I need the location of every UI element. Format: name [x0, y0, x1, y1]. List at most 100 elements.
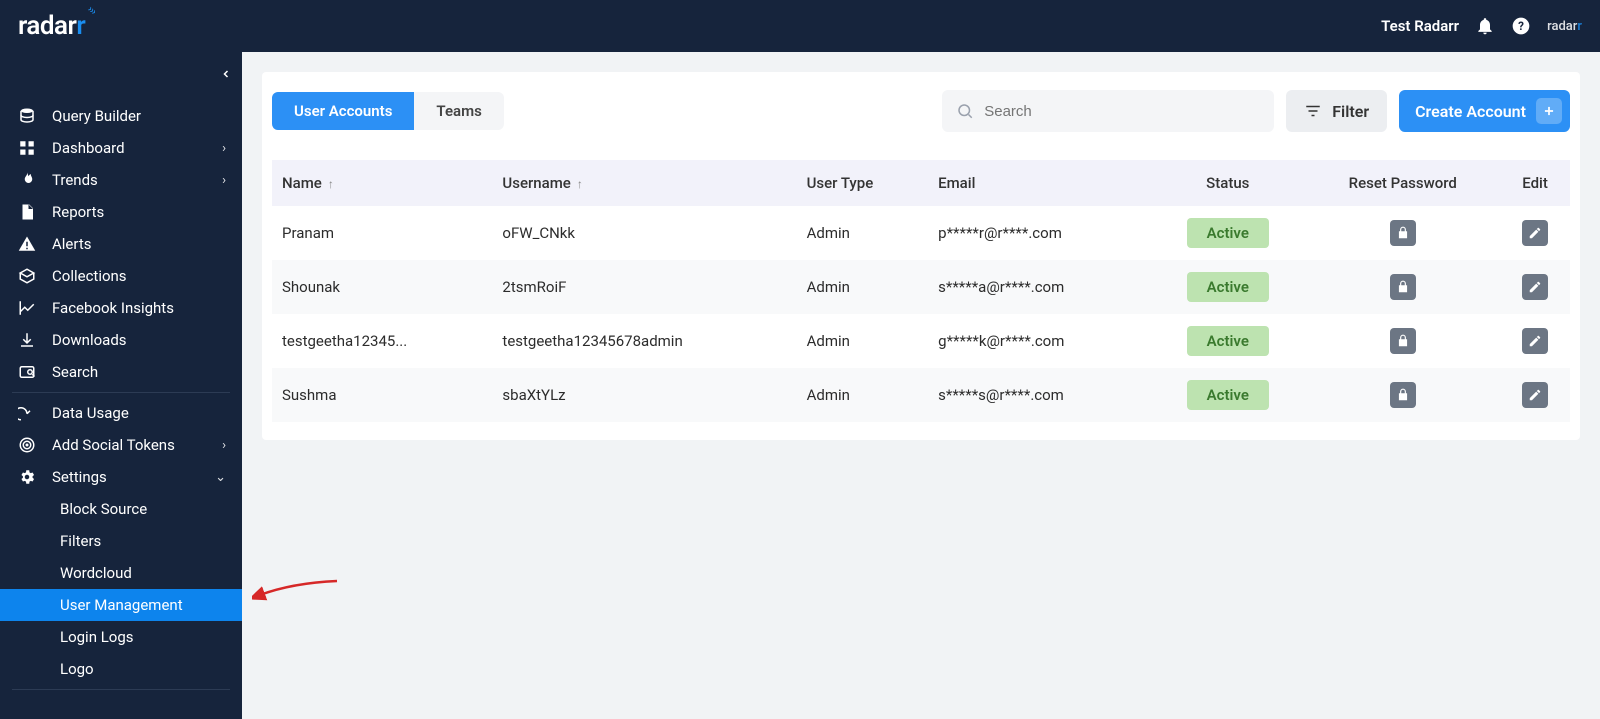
sidebar-item-label: Collections: [52, 267, 127, 285]
sidebar-item[interactable]: Trends›: [0, 164, 242, 196]
cell-name: testgeetha12345...: [272, 314, 492, 368]
cell-user-type: Admin: [797, 260, 929, 314]
create-account-button[interactable]: Create Account: [1399, 90, 1570, 132]
sidebar-subitem[interactable]: Wordcloud: [0, 557, 242, 589]
th-user-type[interactable]: User Type: [797, 160, 929, 206]
th-status[interactable]: Status: [1150, 160, 1305, 206]
sidebar-item[interactable]: Reports: [0, 196, 242, 228]
status-badge: Active: [1187, 326, 1269, 356]
sidebar-item-label: Facebook Insights: [52, 299, 174, 317]
sidebar-item-label: Settings: [52, 468, 107, 486]
sidebar-subitem[interactable]: Filters: [0, 525, 242, 557]
search-input[interactable]: [984, 103, 1260, 120]
sort-asc-icon: ↑: [328, 177, 334, 191]
sidebar-item[interactable]: Dashboard ›: [0, 132, 242, 164]
edit-button[interactable]: [1522, 220, 1548, 246]
sidebar-item[interactable]: Downloads: [0, 324, 242, 356]
sidebar-subitem[interactable]: User Management: [0, 589, 242, 621]
bell-icon[interactable]: [1475, 16, 1495, 36]
chevron-right-icon: ›: [222, 438, 226, 453]
main-content: User Accounts Teams Filter: [242, 52, 1600, 719]
chevron-down-icon: ⌄: [215, 470, 226, 485]
sidebar-item-label: Add Social Tokens: [52, 436, 175, 454]
filter-button[interactable]: Filter: [1286, 90, 1387, 132]
cell-username: oFW_CNkk: [492, 206, 796, 260]
cell-user-type: Admin: [797, 206, 929, 260]
th-email[interactable]: Email: [928, 160, 1150, 206]
cell-email: g*****k@r****.com: [928, 314, 1150, 368]
th-username[interactable]: Username↑: [492, 160, 796, 206]
box-icon: [16, 267, 38, 285]
sidebar-subitem[interactable]: Logo: [0, 653, 242, 685]
cell-username: testgeetha12345678admin: [492, 314, 796, 368]
tab-user-accounts[interactable]: User Accounts: [272, 92, 414, 130]
chart-icon: [16, 299, 38, 317]
mini-brand-icon: radarr: [1547, 19, 1582, 34]
sidebar-item[interactable]: Settings ⌄: [0, 461, 242, 493]
gauge-icon: [16, 404, 38, 422]
cell-email: s*****a@r****.com: [928, 260, 1150, 314]
sidebar-item[interactable]: Alerts: [0, 228, 242, 260]
current-user-label[interactable]: Test Radarr: [1381, 17, 1459, 35]
cell-name: Pranam: [272, 206, 492, 260]
svg-text:?: ?: [1518, 19, 1524, 33]
create-account-label: Create Account: [1415, 102, 1526, 121]
th-edit: Edit: [1500, 160, 1570, 206]
chevron-right-icon: ›: [222, 141, 226, 156]
download-icon: [16, 331, 38, 349]
sidebar-item[interactable]: Data Usage: [0, 397, 242, 429]
help-icon[interactable]: ?: [1511, 16, 1531, 36]
cell-email: s*****s@r****.com: [928, 368, 1150, 422]
sidebar-item[interactable]: Add Social Tokens ›: [0, 429, 242, 461]
search-icon: [16, 363, 38, 381]
cell-email: p*****r@r****.com: [928, 206, 1150, 260]
reset-password-button[interactable]: [1390, 382, 1416, 408]
table-row: PranamoFW_CNkkAdminp*****r@r****.comActi…: [272, 206, 1570, 260]
th-name[interactable]: Name↑: [272, 160, 492, 206]
sidebar-item-label: Query Builder: [52, 107, 141, 125]
reset-password-button[interactable]: [1390, 220, 1416, 246]
target-icon: [16, 436, 38, 454]
sidebar-item-label: Dashboard: [52, 139, 125, 157]
doc-icon: [16, 203, 38, 221]
reset-password-button[interactable]: [1390, 328, 1416, 354]
sidebar-item-label: Downloads: [52, 331, 127, 349]
table-row: SushmasbaXtYLzAdmins*****s@r****.comActi…: [272, 368, 1570, 422]
th-reset-password: Reset Password: [1305, 160, 1500, 206]
status-badge: Active: [1187, 380, 1269, 410]
table-row: testgeetha12345...testgeetha12345678admi…: [272, 314, 1570, 368]
edit-button[interactable]: [1522, 274, 1548, 300]
tab-teams[interactable]: Teams: [414, 92, 503, 130]
sidebar-item[interactable]: Search: [0, 356, 242, 388]
sort-asc-icon: ↑: [577, 177, 583, 191]
sidebar-subitem[interactable]: Login Logs: [0, 621, 242, 653]
topbar: radarr››› Test Radarr ? radarr: [0, 0, 1600, 52]
filter-icon: [1304, 102, 1322, 120]
sidebar-item-label: Data Usage: [52, 404, 129, 422]
sidebar-collapse-toggle[interactable]: [216, 68, 236, 80]
sidebar-item[interactable]: Facebook Insights: [0, 292, 242, 324]
gear-icon: [16, 468, 38, 486]
sidebar-item[interactable]: Collections: [0, 260, 242, 292]
sidebar-subitem[interactable]: Block Source: [0, 493, 242, 525]
edit-button[interactable]: [1522, 328, 1548, 354]
edit-button[interactable]: [1522, 382, 1548, 408]
search-box[interactable]: [942, 90, 1274, 132]
grid-icon: [16, 139, 38, 157]
cell-name: Sushma: [272, 368, 492, 422]
status-badge: Active: [1187, 272, 1269, 302]
sidebar-item-label: Alerts: [52, 235, 92, 253]
alert-icon: [16, 235, 38, 253]
users-table: Name↑ Username↑ User Type Email Status R…: [272, 160, 1570, 422]
brand-logo[interactable]: radarr›››: [18, 11, 85, 41]
cell-user-type: Admin: [797, 368, 929, 422]
sidebar-item-label: Trends: [52, 171, 98, 189]
cell-username: 2tsmRoiF: [492, 260, 796, 314]
reset-password-button[interactable]: [1390, 274, 1416, 300]
sidebar-item[interactable]: Query Builder: [0, 100, 242, 132]
nav-divider: [12, 392, 230, 393]
tabs: User Accounts Teams: [272, 92, 504, 130]
search-icon: [956, 102, 974, 120]
sidebar: Query BuilderDashboard›Trends›ReportsAle…: [0, 52, 242, 719]
nav-divider: [12, 689, 230, 690]
